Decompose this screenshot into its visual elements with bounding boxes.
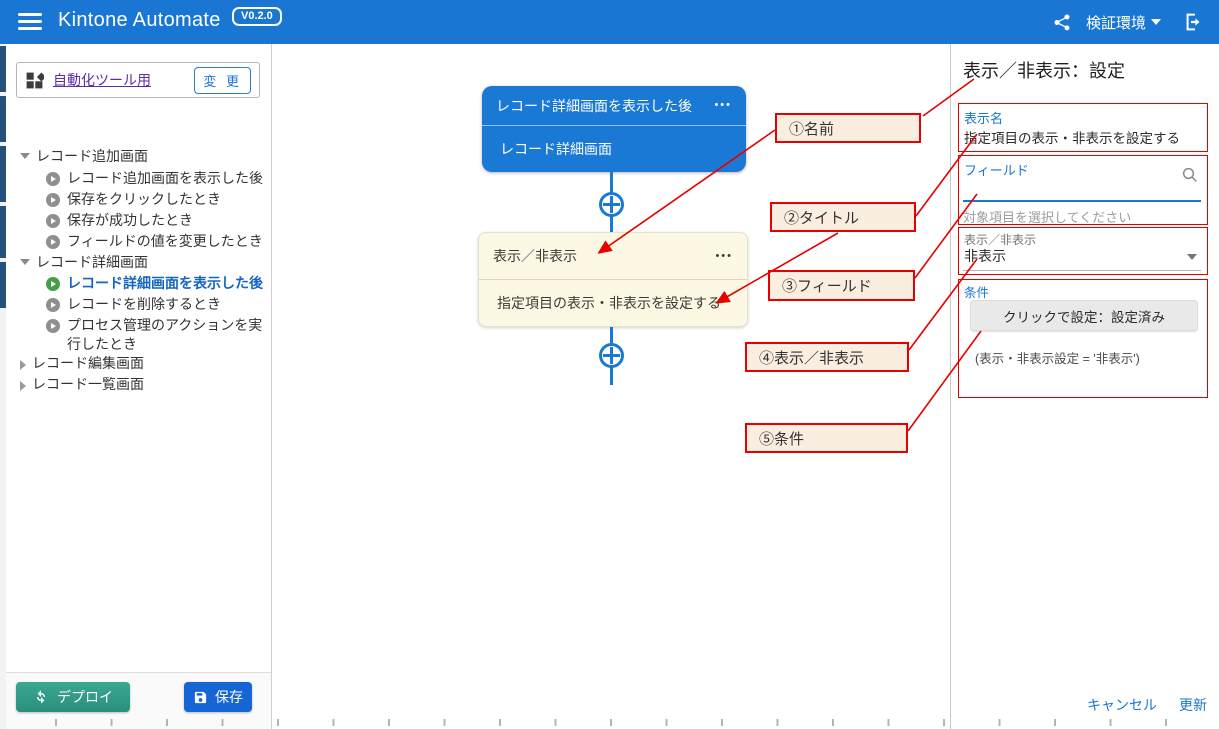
condition-label: 条件 <box>964 282 989 301</box>
add-step-icon[interactable] <box>599 343 624 368</box>
display-name-label: 表示名 <box>964 108 1003 127</box>
annotation-label: ⑤条件 <box>759 428 804 449</box>
app-bar: Kintone Automate V0.2.0 検証環境 <box>0 0 1219 44</box>
floppy-icon <box>193 690 208 705</box>
play-circle-icon <box>46 319 60 333</box>
save-label: 保存 <box>215 687 243 707</box>
sidebar-item-process-action[interactable]: プロセス管理のアクションを実行したとき <box>6 316 267 354</box>
action-node-subtitle: 指定項目の表示・非表示を設定する <box>497 293 721 313</box>
app-selector-card: 自動化ツール用 変 更 <box>16 62 260 98</box>
field-search-input[interactable] <box>963 178 1201 202</box>
sidebar-item-add-shown[interactable]: レコード追加画面を表示した後 <box>6 169 263 188</box>
chevron-down-icon <box>1151 19 1161 25</box>
more-icon[interactable] <box>715 251 733 262</box>
sidebar-item-save-clicked[interactable]: 保存をクリックしたとき <box>6 190 221 209</box>
annotation-box-condition: ⑤条件 <box>745 423 908 453</box>
annotation-box-field: ③フィールド <box>768 270 915 301</box>
app-name-link[interactable]: 自動化ツール用 <box>53 70 151 90</box>
app-title: Kintone Automate <box>58 9 221 32</box>
cancel-link[interactable]: キャンセル <box>1087 695 1157 715</box>
tree-label: レコード詳細画面を表示した後 <box>67 274 263 293</box>
visibility-group: 表示／非表示 非表示 <box>958 227 1208 275</box>
visibility-select-value[interactable]: 非表示 <box>964 246 1006 266</box>
canvas-ruler-ticks <box>55 719 1210 726</box>
play-circle-icon <box>46 214 60 228</box>
field-placeholder-text: 対象項目を選択してください <box>963 207 1131 226</box>
change-app-button[interactable]: 変 更 <box>194 67 251 94</box>
sidebar-group-record-list[interactable]: レコード一覧画面 <box>6 375 144 394</box>
update-link[interactable]: 更新 <box>1179 695 1207 715</box>
tree-label: プロセス管理のアクションを実行したとき <box>67 316 267 354</box>
more-icon[interactable] <box>714 100 732 111</box>
sync-icon <box>33 689 49 705</box>
tree-label: レコード一覧画面 <box>32 375 144 394</box>
trigger-node[interactable]: レコード詳細画面を表示した後 レコード詳細画面 <box>482 86 746 172</box>
share-icon[interactable] <box>1052 12 1072 32</box>
environment-selector[interactable]: 検証環境 <box>1086 12 1161 33</box>
app-icon <box>25 71 44 90</box>
sidebar-item-field-changed[interactable]: フィールドの値を変更したとき <box>6 232 263 251</box>
condition-summary: (表示・非表示設定 = '非表示') <box>975 348 1140 367</box>
display-name-group: 表示名 指定項目の表示・非表示を設定する <box>958 103 1208 152</box>
field-label: フィールド <box>964 160 1029 179</box>
sidebar-item-save-success[interactable]: 保存が成功したとき <box>6 211 193 230</box>
select-underline <box>963 270 1201 271</box>
trigger-node-title: レコード詳細画面を表示した後 <box>496 96 692 116</box>
environment-label: 検証環境 <box>1086 12 1146 33</box>
annotation-box-name: ①名前 <box>775 113 921 143</box>
sidebar-group-record-add[interactable]: レコード追加画面 <box>6 147 148 166</box>
annotation-box-visibility: ④表示／非表示 <box>745 342 909 372</box>
action-node-title: 表示／非表示 <box>493 246 577 266</box>
action-node[interactable]: 表示／非表示 指定項目の表示・非表示を設定する <box>478 232 748 327</box>
annotation-label: ②タイトル <box>784 207 859 228</box>
annotation-label: ③フィールド <box>782 275 872 296</box>
caret-right-icon <box>20 360 26 370</box>
logout-icon[interactable] <box>1183 11 1205 33</box>
sidebar-item-detail-shown-selected[interactable]: レコード詳細画面を表示した後 <box>6 274 263 293</box>
play-circle-icon <box>46 235 60 249</box>
tree-label: レコード追加画面 <box>36 147 148 166</box>
caret-down-icon <box>20 259 30 265</box>
deploy-label: デプロイ <box>57 687 113 707</box>
trigger-node-subtitle: レコード詳細画面 <box>500 139 612 159</box>
play-circle-icon <box>46 277 60 291</box>
kintone-automate-app: Kintone Automate V0.2.0 検証環境 <box>0 0 1219 729</box>
settings-panel: 表示／非表示：設定 表示名 指定項目の表示・非表示を設定する フィールド 対象項… <box>950 44 1219 729</box>
play-circle-icon <box>46 172 60 186</box>
tree-label: フィールドの値を変更したとき <box>67 232 263 251</box>
panel-title: 表示／非表示：設定 <box>963 57 1125 83</box>
sidebar-group-record-edit[interactable]: レコード編集画面 <box>6 354 144 373</box>
field-group: フィールド 対象項目を選択してください <box>958 155 1208 225</box>
tree-label: 保存が成功したとき <box>67 211 193 230</box>
caret-down-icon <box>20 153 30 159</box>
caret-right-icon <box>20 381 26 391</box>
play-circle-icon <box>46 193 60 207</box>
tree-label: レコードを削除するとき <box>67 295 221 314</box>
save-button[interactable]: 保存 <box>184 682 252 712</box>
sidebar-group-record-detail[interactable]: レコード詳細画面 <box>6 253 148 272</box>
condition-group: 条件 クリックで設定：設定済み (表示・非表示設定 = '非表示') <box>958 279 1208 398</box>
menu-icon[interactable] <box>18 13 42 31</box>
tree-label: レコード編集画面 <box>32 354 144 373</box>
annotation-label: ④表示／非表示 <box>759 347 864 368</box>
version-badge: V0.2.0 <box>232 7 282 26</box>
chevron-down-icon[interactable] <box>1187 254 1197 260</box>
tree-label: レコード追加画面を表示した後 <box>67 169 263 188</box>
tree-label: レコード詳細画面 <box>36 253 148 272</box>
sidebar-item-record-delete[interactable]: レコードを削除するとき <box>6 295 221 314</box>
play-circle-icon <box>46 298 60 312</box>
deploy-button[interactable]: デプロイ <box>16 682 130 712</box>
condition-set-button[interactable]: クリックで設定：設定済み <box>970 300 1198 331</box>
sidebar: 自動化ツール用 変 更 レコード追加画面 レコード追加画面を表示した後 保存をク… <box>6 44 272 729</box>
display-name-value[interactable]: 指定項目の表示・非表示を設定する <box>964 127 1180 147</box>
annotation-label: ①名前 <box>789 118 834 139</box>
tree-label: 保存をクリックしたとき <box>67 190 221 209</box>
add-step-icon[interactable] <box>599 192 624 217</box>
annotation-box-title: ②タイトル <box>770 202 916 232</box>
